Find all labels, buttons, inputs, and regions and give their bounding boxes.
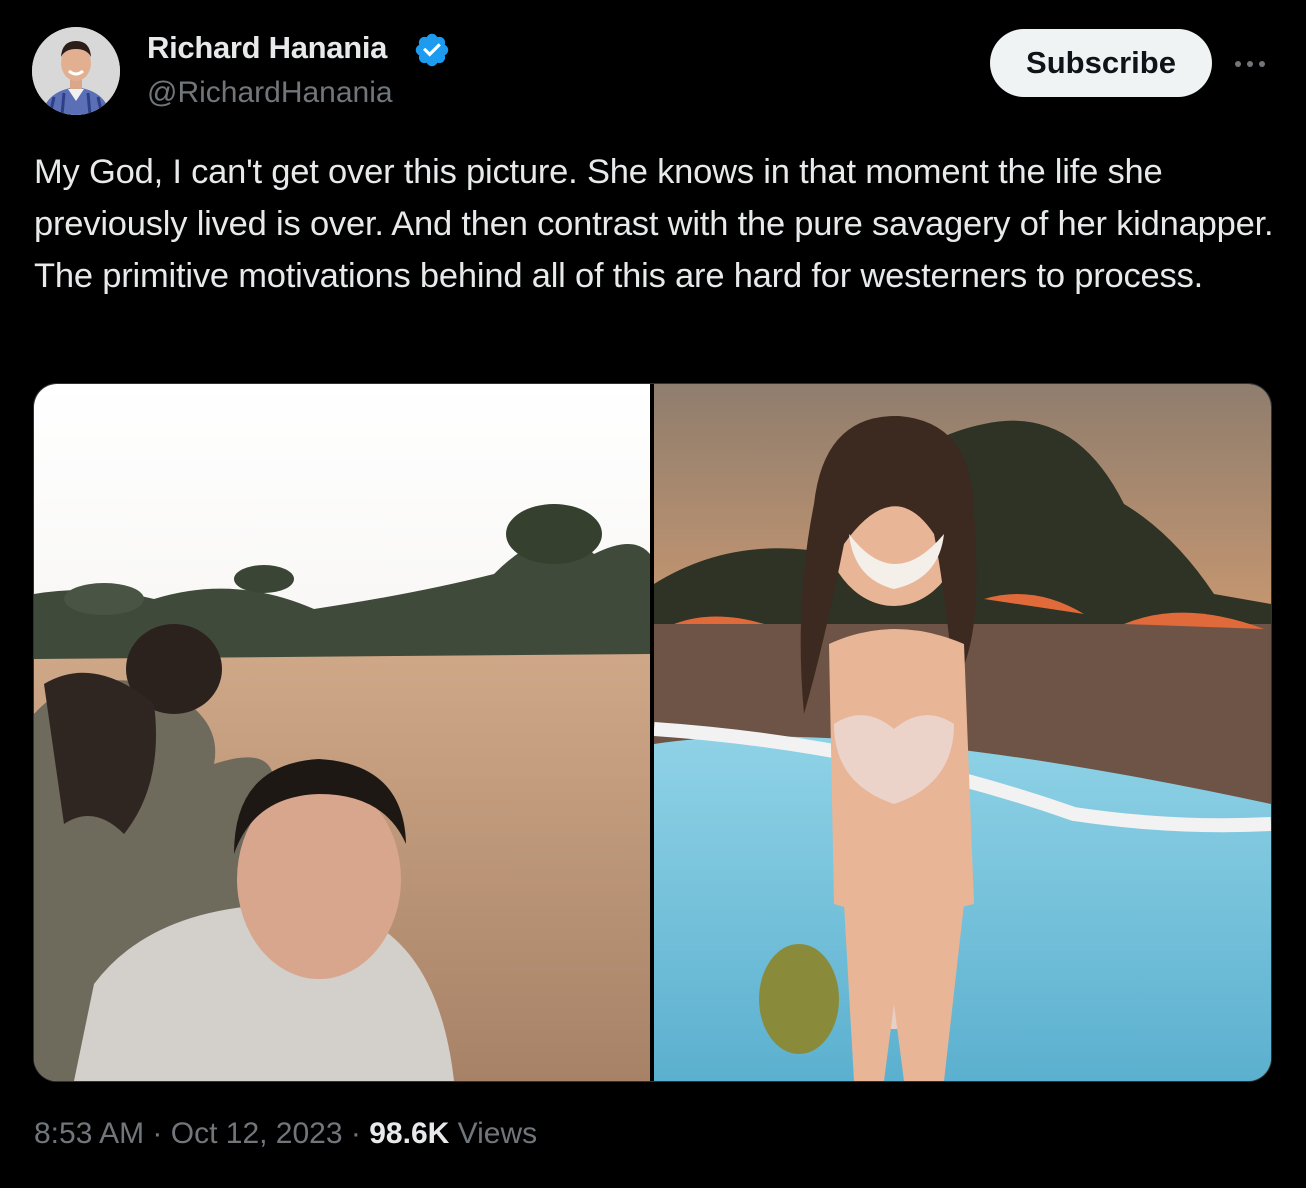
tweet-date[interactable]: Oct 12, 2023	[171, 1117, 343, 1150]
tweet: Richard Hanania @RichardHanania Subscrib…	[0, 0, 1306, 1188]
subscribe-button[interactable]: Subscribe	[990, 29, 1212, 97]
more-horizontal-icon	[1235, 61, 1265, 67]
field-scene-image	[34, 384, 650, 1081]
pool-party-image	[654, 384, 1271, 1081]
avatar-image	[32, 27, 120, 115]
tweet-photo-2[interactable]	[654, 384, 1271, 1081]
author-avatar[interactable]	[32, 27, 120, 115]
verified-badge-icon[interactable]	[413, 31, 451, 69]
tweet-text: My God, I can't get over this picture. S…	[34, 153, 1274, 295]
meta-separator: ·	[152, 1117, 163, 1150]
more-button[interactable]	[1232, 46, 1268, 82]
tweet-time[interactable]: 8:53 AM	[34, 1117, 144, 1150]
author-name[interactable]: Richard Hanania	[147, 30, 387, 66]
views-count[interactable]: 98.6K	[369, 1117, 449, 1150]
author-handle[interactable]: @RichardHanania	[147, 76, 393, 110]
tweet-photo-1[interactable]	[34, 384, 650, 1081]
tweet-media-grid	[33, 383, 1272, 1082]
views-label: Views	[457, 1117, 538, 1150]
tweet-meta: 8:53 AM · Oct 12, 2023 · 98.6K Views	[34, 1117, 537, 1151]
meta-separator: ·	[350, 1117, 361, 1150]
